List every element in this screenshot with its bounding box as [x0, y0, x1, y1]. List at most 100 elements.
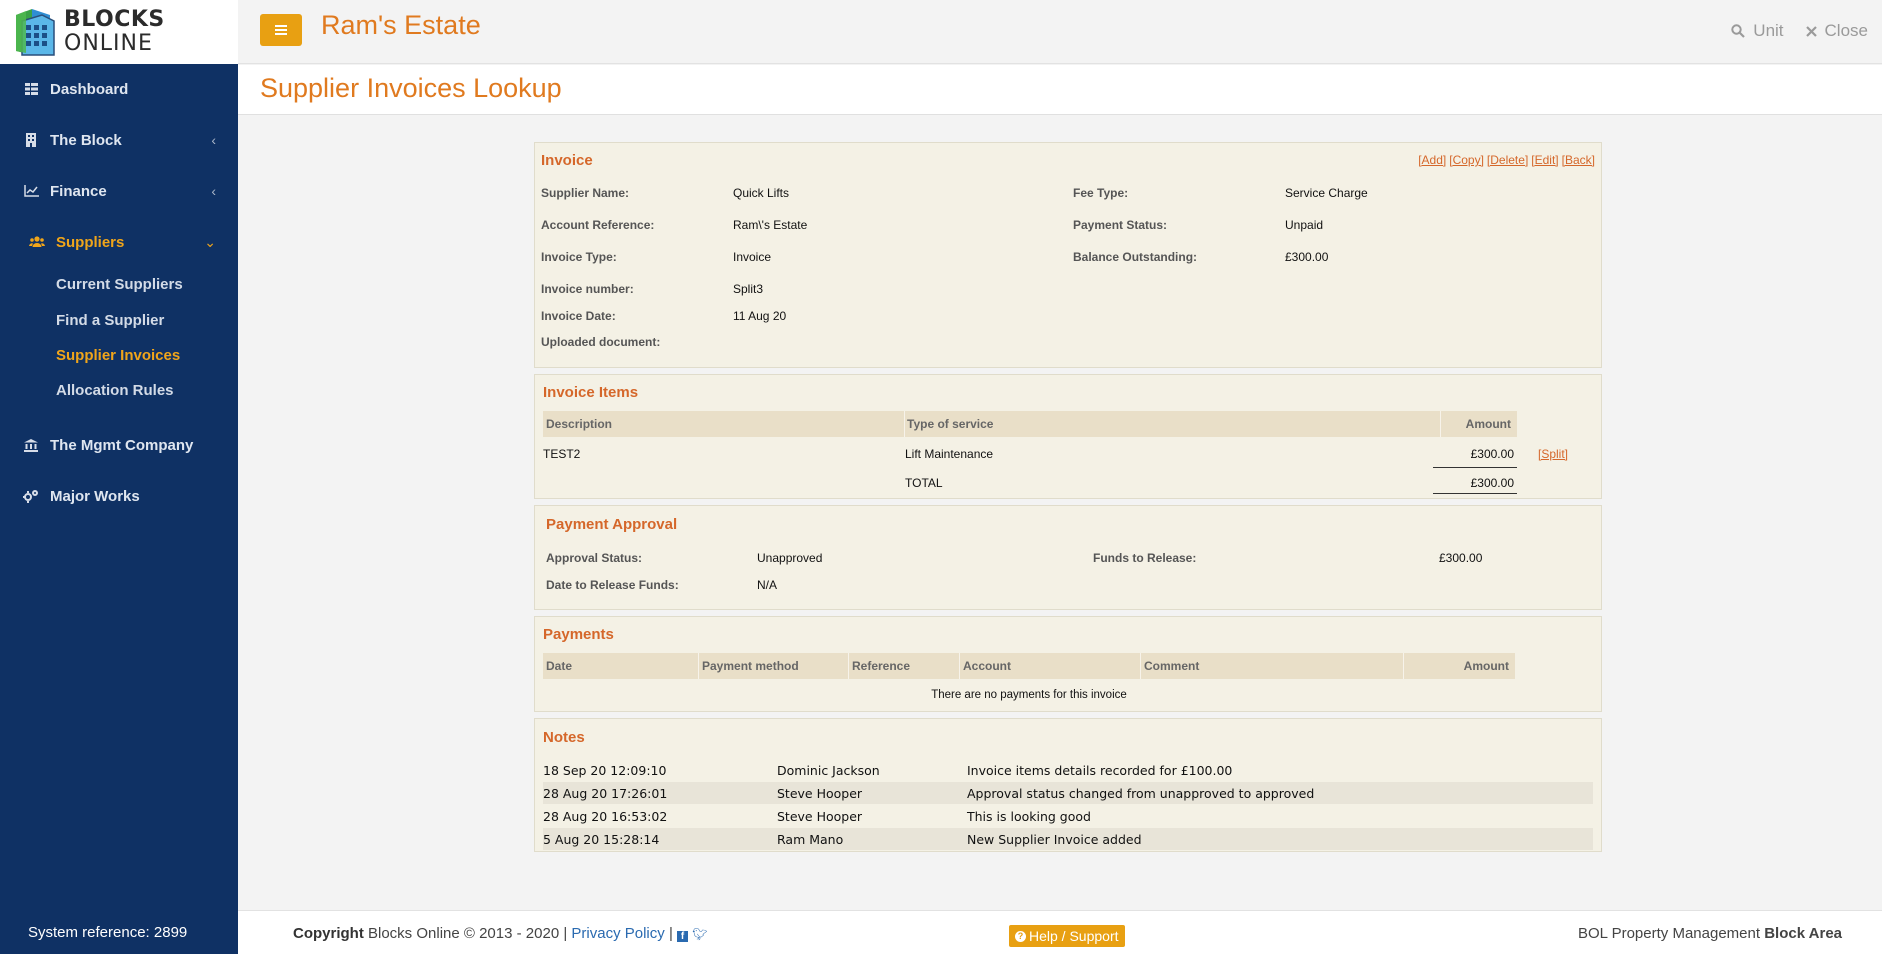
release-date-label: Date to Release Funds:: [546, 578, 679, 592]
building-icon: [22, 133, 40, 147]
column-header-service: Type of service: [907, 417, 994, 431]
facebook-icon[interactable]: f: [677, 931, 689, 942]
close-button[interactable]: Close: [1805, 21, 1868, 41]
hamburger-icon: [275, 29, 287, 31]
chevron-left-icon: ‹: [211, 132, 216, 148]
invoice-panel-title: Invoice: [541, 152, 593, 169]
close-label: Close: [1824, 21, 1868, 40]
supplier-name-label: Supplier Name:: [541, 186, 630, 200]
sidebar-subitem-find-supplier[interactable]: Find a Supplier: [56, 312, 164, 329]
menu-toggle-button[interactable]: [260, 14, 302, 46]
add-invoice-link[interactable]: [Add]: [1418, 153, 1446, 167]
list-item: 28 Aug 20 16:53:02 Steve Hooper This is …: [543, 805, 1593, 827]
column-header-date: Date: [546, 659, 573, 673]
item-service: Lift Maintenance: [905, 447, 994, 461]
invoice-type-value: Invoice: [733, 250, 772, 264]
list-item: 5 Aug 20 15:28:14 Ram Mano New Supplier …: [543, 828, 1593, 850]
logo[interactable]: BLOCKS ONLINE: [0, 0, 238, 64]
balance-outstanding-value: £300.00: [1285, 250, 1329, 264]
approval-status-value: Unapproved: [757, 551, 823, 565]
sidebar: BLOCKS ONLINE Dashboard The Block ‹ Fina…: [0, 0, 238, 954]
sidebar-item-finance[interactable]: Finance ‹: [0, 171, 238, 211]
funds-to-release-value: £300.00: [1439, 551, 1483, 565]
sidebar-item-label: Major Works: [50, 487, 140, 505]
back-link[interactable]: [Back]: [1562, 153, 1595, 167]
invoice-actions: [Add] [Copy] [Delete] [Edit] [Back]: [1418, 153, 1595, 167]
sidebar-item-label: Finance: [50, 182, 107, 200]
payments-title: Payments: [543, 626, 614, 643]
bank-icon: [22, 438, 40, 452]
invoice-number-label: Invoice number:: [541, 282, 634, 296]
close-icon: [1805, 25, 1817, 37]
list-item: 18 Sep 20 12:09:10 Dominic Jackson Invoi…: [543, 759, 1593, 781]
note-date: 28 Aug 20 17:26:01: [543, 786, 668, 801]
payments-empty-message: There are no payments for this invoice: [931, 689, 1127, 701]
list-item: 28 Aug 20 17:26:01 Steve Hooper Approval…: [543, 782, 1593, 804]
sidebar-item-suppliers[interactable]: Suppliers ⌄: [0, 222, 238, 262]
account-reference-label: Account Reference:: [541, 218, 655, 232]
sidebar-subitem-current-suppliers[interactable]: Current Suppliers: [56, 276, 183, 293]
payment-status-label: Payment Status:: [1073, 218, 1168, 232]
item-description: TEST2: [543, 447, 581, 461]
edit-invoice-link[interactable]: [Edit]: [1531, 153, 1558, 167]
column-header-payment-method: Payment method: [702, 659, 799, 673]
system-reference: System reference: 2899: [28, 924, 188, 941]
logo-line1: BLOCKS: [64, 7, 165, 32]
help-support-button[interactable]: ? Help / Support: [1009, 925, 1125, 947]
payment-status-value: Unpaid: [1285, 218, 1324, 232]
approval-status-label: Approval Status:: [546, 551, 643, 565]
footer-area: BOL Property Management Block Area: [1578, 925, 1842, 942]
note-text: New Supplier Invoice added: [967, 832, 1142, 847]
note-user: Ram Mano: [777, 832, 844, 847]
payments-panel: Payments Date Payment method Reference A…: [534, 616, 1602, 712]
invoice-items-header: Description Type of service Amount: [543, 411, 1517, 437]
note-text: Invoice items details recorded for £100.…: [967, 763, 1233, 778]
sidebar-item-label: The Block: [50, 131, 122, 149]
unit-label: Unit: [1753, 21, 1784, 40]
notes-panel: Notes 18 Sep 20 12:09:10 Dominic Jackson…: [534, 718, 1602, 852]
column-header-comment: Comment: [1144, 659, 1200, 673]
users-icon: [28, 236, 46, 248]
sidebar-subitem-supplier-invoices[interactable]: Supplier Invoices: [56, 347, 180, 364]
sidebar-item-label: Dashboard: [50, 80, 129, 98]
sidebar-item-dashboard[interactable]: Dashboard: [0, 69, 238, 109]
topbar: Ram's Estate Unit Close: [238, 0, 1882, 64]
payment-approval-panel: Payment Approval Approval Status: Unappr…: [534, 505, 1602, 610]
invoice-items-title: Invoice Items: [543, 384, 639, 401]
invoice-date-value: 11 Aug 20: [733, 309, 787, 323]
item-amount: £300.00: [1470, 447, 1514, 461]
column-header-amount: Amount: [1463, 659, 1509, 673]
delete-invoice-link[interactable]: [Delete]: [1487, 153, 1528, 167]
funds-to-release-label: Funds to Release:: [1093, 551, 1197, 565]
company-name: BOL Property Management: [1577, 925, 1761, 942]
logo-line2: ONLINE: [64, 31, 153, 56]
search-icon: [1731, 24, 1746, 38]
fee-type-value: Service Charge: [1285, 186, 1368, 200]
estate-title: Ram's Estate: [321, 10, 481, 40]
sidebar-item-label: The Mgmt Company: [50, 436, 194, 454]
total-amount: £300.00: [1470, 476, 1514, 490]
twitter-icon[interactable]: 🐦︎: [692, 927, 707, 941]
split-link[interactable]: [Split]: [1538, 447, 1568, 461]
supplier-name-value: Quick Lifts: [733, 186, 790, 200]
sidebar-item-the-block[interactable]: The Block ‹: [0, 120, 238, 160]
note-user: Steve Hooper: [777, 786, 863, 801]
privacy-policy-link[interactable]: Privacy Policy: [571, 925, 664, 942]
sidebar-item-major-works[interactable]: Major Works: [0, 476, 238, 516]
sidebar-subitem-allocation-rules[interactable]: Allocation Rules: [56, 382, 174, 399]
chart-line-icon: [22, 185, 40, 197]
question-circle-icon: ?: [1015, 930, 1026, 942]
fee-type-label: Fee Type:: [1073, 186, 1129, 200]
note-user: Steve Hooper: [777, 809, 863, 824]
sidebar-item-mgmt-company[interactable]: The Mgmt Company: [0, 425, 238, 465]
copy-invoice-link[interactable]: [Copy]: [1449, 153, 1484, 167]
column-header-amount: Amount: [1465, 417, 1511, 431]
footer-separator: |: [668, 925, 673, 942]
column-header-account: Account: [963, 659, 1011, 673]
unit-search-button[interactable]: Unit: [1731, 21, 1784, 41]
footer-copyright: Copyright Blocks Online © 2013 - 2020 | …: [293, 925, 707, 942]
total-label: TOTAL: [905, 476, 943, 490]
page-header: Supplier Invoices Lookup: [238, 65, 1882, 115]
copyright-text: Blocks Online © 2013 - 2020 |: [368, 925, 568, 942]
invoice-panel: Invoice [Add] [Copy] [Delete] [Edit] [Ba…: [534, 142, 1602, 368]
